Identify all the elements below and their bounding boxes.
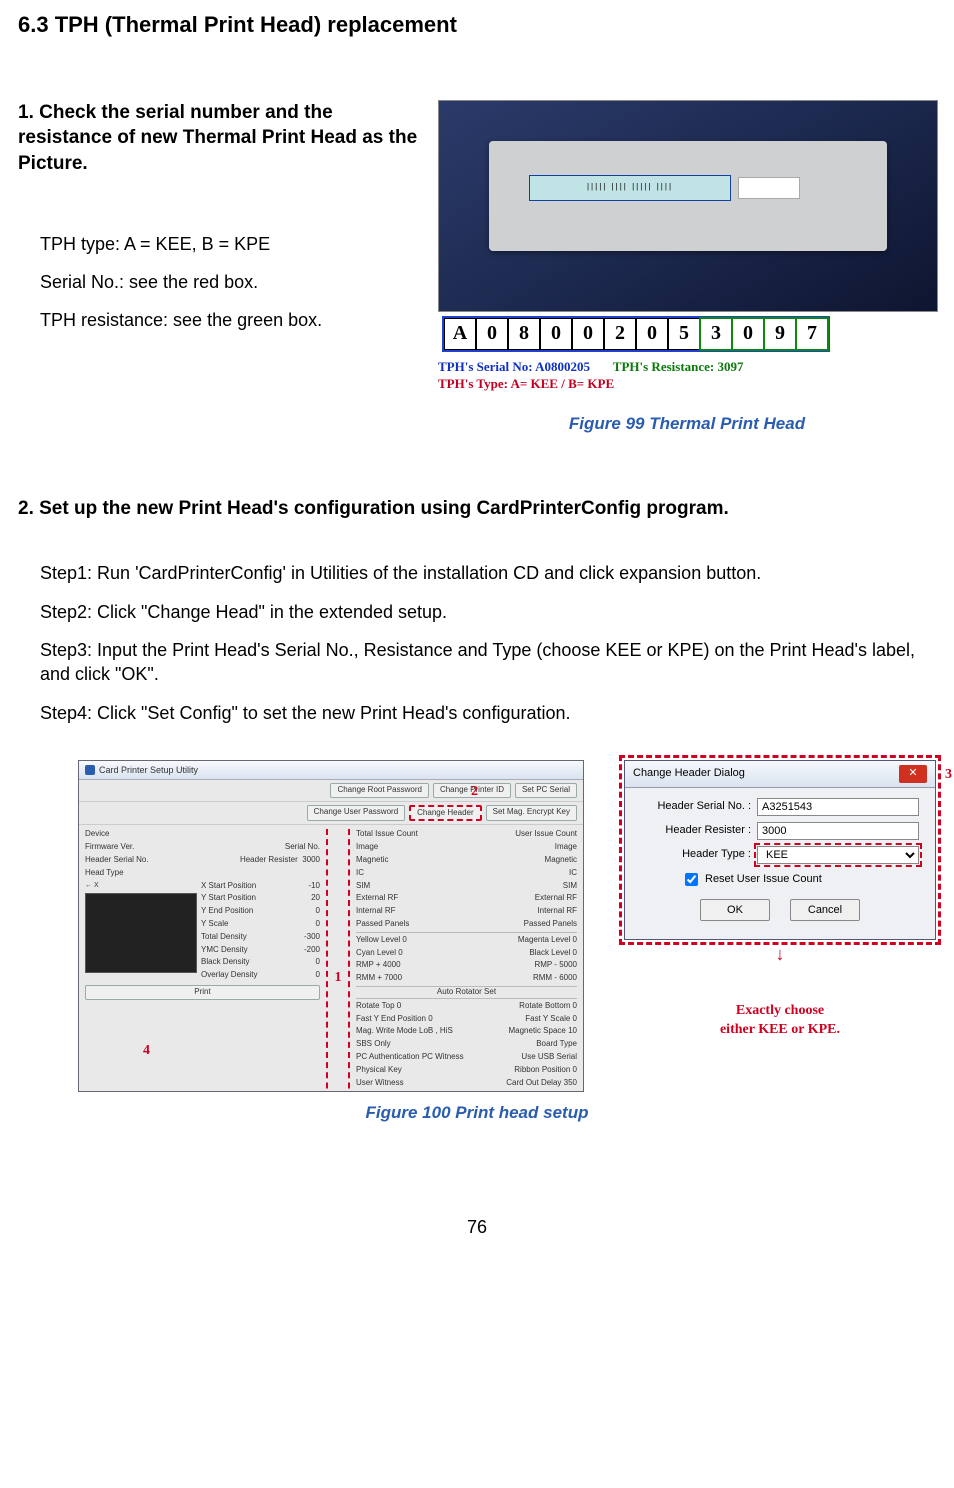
- change-header-dialog: Change Header Dialog ✕ Header Serial No.…: [624, 760, 936, 940]
- digit-annotations: TPH's Serial No: A0800205 TPH's Resistan…: [438, 358, 936, 393]
- tph-type-line: TPH type: A = KEE, B = KPE: [18, 232, 418, 256]
- card-preview: [85, 893, 197, 973]
- header-serial-input[interactable]: [757, 798, 919, 816]
- choose-note: Exactly choose either KEE or KPE.: [720, 1002, 840, 1040]
- window-titlebar: Card Printer Setup Utility: [79, 761, 583, 780]
- print-button[interactable]: Print: [85, 985, 320, 1000]
- figure-100-caption: Figure 100 Print head setup: [18, 1102, 936, 1125]
- page-number: 76: [18, 1215, 936, 1239]
- annot-3: 3: [945, 766, 952, 785]
- header-resister-input[interactable]: [757, 822, 919, 840]
- close-icon[interactable]: ✕: [899, 765, 927, 783]
- step-4-text: Step4: Click "Set Config" to set the new…: [18, 701, 936, 725]
- cancel-button[interactable]: Cancel: [790, 899, 860, 921]
- step-3-text: Step3: Input the Print Head's Serial No.…: [18, 638, 936, 687]
- step1-intro: 1. Check the serial number and the resis…: [18, 100, 418, 177]
- dialog-title: Change Header Dialog: [633, 766, 745, 781]
- barcode-strip: ||||| |||| ||||| ||||: [529, 175, 731, 201]
- change-root-pw-button[interactable]: Change Root Password: [330, 783, 429, 798]
- section-title: 6.3 TPH (Thermal Print Head) replacement: [18, 10, 936, 40]
- arrow-down-icon: ↓: [776, 942, 785, 966]
- window-title: Card Printer Setup Utility: [99, 764, 198, 776]
- annot-4: 4: [143, 1042, 150, 1061]
- header-serial-label: Header Serial No. :: [641, 799, 751, 814]
- annot-2: 2: [471, 783, 478, 802]
- tph-serial-line: Serial No.: see the red box.: [18, 270, 418, 294]
- header-resister-label: Header Resister :: [641, 823, 751, 838]
- header-type-select[interactable]: KEE: [757, 846, 919, 864]
- reset-user-issue-checkbox[interactable]: [685, 873, 698, 886]
- step-2-text: Step2: Click "Change Head" in the extend…: [18, 600, 936, 624]
- change-header-button[interactable]: Change Header: [409, 805, 481, 822]
- config-window: Card Printer Setup Utility Change Root P…: [78, 760, 584, 1092]
- change-user-pw-button[interactable]: Change User Password: [307, 805, 405, 822]
- set-pc-serial-button[interactable]: Set PC Serial: [515, 783, 577, 798]
- step2-title: 2. Set up the new Print Head's configura…: [18, 496, 936, 522]
- figure-99-caption: Figure 99 Thermal Print Head: [438, 413, 936, 436]
- annot-1: 1: [335, 969, 342, 988]
- tph-resist-line: TPH resistance: see the green box.: [18, 308, 418, 332]
- app-icon: [85, 765, 95, 775]
- digit-strip: A 0 8 0 0 2 0 5 3 0 9 7: [442, 316, 830, 352]
- set-mag-button[interactable]: Set Mag. Encrypt Key: [486, 805, 577, 822]
- tph-photo: ||||| |||| ||||| ||||: [438, 100, 938, 312]
- step-1-text: Step1: Run 'CardPrinterConfig' in Utilit…: [18, 561, 936, 585]
- header-type-label: Header Type :: [641, 847, 751, 862]
- ok-button[interactable]: OK: [700, 899, 770, 921]
- reset-user-issue-label: Reset User Issue Count: [705, 872, 822, 887]
